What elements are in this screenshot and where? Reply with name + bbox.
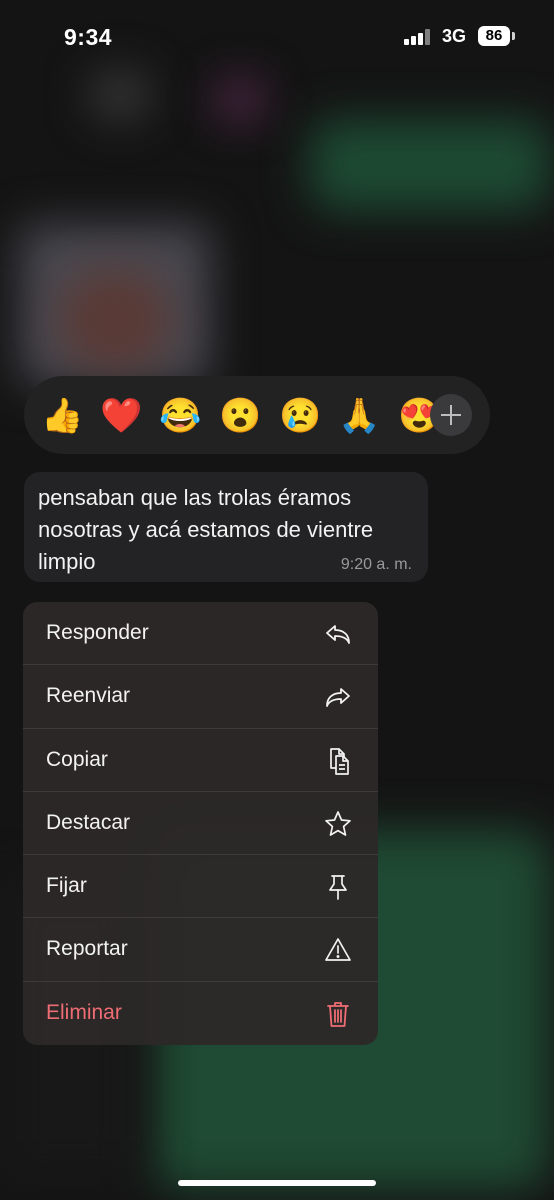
menu-item-reenviar[interactable]: Reenviar (23, 665, 378, 729)
menu-item-copiar[interactable]: Copiar (23, 729, 378, 792)
reaction-thumbs-up[interactable]: 👍 (41, 395, 83, 437)
menu-item-label: Destacar (46, 810, 131, 834)
reply-icon (326, 625, 350, 644)
network-type: 3G (442, 26, 467, 46)
message-bubble[interactable]: pensaban que las trolas éramos nosotras … (24, 472, 428, 582)
menu-item-eliminar[interactable]: Eliminar (23, 982, 378, 1045)
menu-item-fijar[interactable]: Fijar (23, 855, 378, 919)
signal-strength-icon (404, 29, 434, 45)
home-indicator[interactable] (178, 1180, 376, 1186)
menu-item-label: Eliminar (46, 1000, 122, 1024)
add-reaction-plus-icon[interactable] (430, 394, 472, 436)
menu-item-label: Fijar (46, 874, 87, 898)
menu-item-label: Copiar (46, 747, 108, 771)
pin-icon (329, 875, 347, 901)
star-icon (325, 811, 351, 836)
reaction-tears-of-joy[interactable]: 😂 (159, 395, 201, 437)
reaction-red-heart[interactable]: ❤️ (100, 395, 142, 437)
status-bar: 9:34 3G 86 (0, 0, 554, 74)
warning-icon (325, 938, 351, 962)
menu-item-reportar[interactable]: Reportar (23, 918, 378, 982)
battery-icon (512, 32, 515, 40)
menu-item-responder[interactable]: Responder (23, 602, 378, 666)
trash-icon (327, 1001, 349, 1027)
battery-level: 86 (478, 26, 510, 46)
reaction-folded-hands[interactable]: 🙏 (338, 395, 380, 437)
context-menu: Responder Reenviar Copiar Destacar Fijar (23, 602, 378, 1045)
message-time: 9:20 a. m. (340, 556, 412, 573)
reaction-crying[interactable]: 😢 (279, 395, 321, 437)
forward-icon (326, 688, 350, 708)
reaction-bar: 👍 ❤️ 😂 😮 😢 🙏 😍 (24, 376, 490, 454)
menu-item-destacar[interactable]: Destacar (23, 792, 378, 856)
menu-item-label: Responder (46, 621, 149, 644)
copy-icon (330, 747, 349, 775)
reaction-surprised[interactable]: 😮 (219, 395, 261, 437)
menu-item-label: Reenviar (46, 684, 131, 708)
status-time: 9:34 (64, 24, 113, 50)
menu-item-label: Reportar (46, 937, 128, 961)
